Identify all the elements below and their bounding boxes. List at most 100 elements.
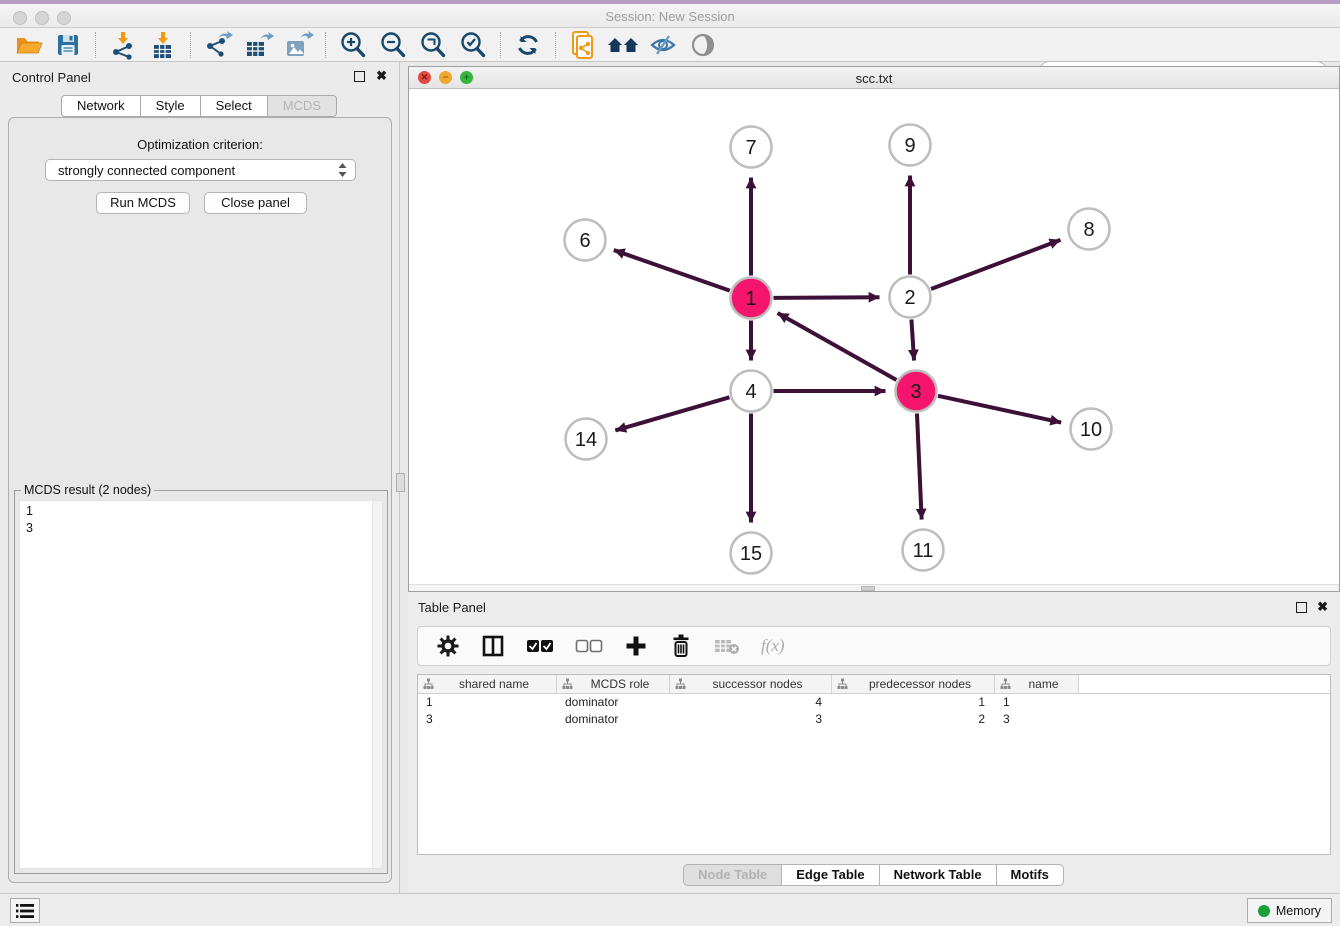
- table-row[interactable]: 3dominator323: [418, 711, 1330, 728]
- status-menu-button[interactable]: [10, 898, 40, 923]
- tab-network[interactable]: Network: [61, 95, 141, 117]
- memory-label: Memory: [1276, 904, 1321, 918]
- table-cell: 3: [995, 711, 1079, 728]
- graph-node-2[interactable]: 2: [890, 277, 931, 318]
- tab-mcds[interactable]: MCDS: [267, 95, 337, 117]
- edge-2-8[interactable]: [931, 240, 1060, 289]
- delete-column-button[interactable]: [669, 633, 693, 659]
- graph-node-9[interactable]: 9: [890, 125, 931, 166]
- first-neighbors-button[interactable]: [603, 30, 643, 60]
- graph-node-8[interactable]: 8: [1069, 209, 1110, 250]
- column-header-shared-name[interactable]: shared name: [418, 675, 557, 693]
- toolbar-separator: [555, 32, 556, 58]
- table-row[interactable]: 1dominator411: [418, 694, 1330, 711]
- tab-network-table[interactable]: Network Table: [879, 864, 997, 886]
- zoom-in-button[interactable]: [333, 30, 373, 60]
- mcds-result-text: 1 3: [20, 501, 372, 868]
- toolbar-separator: [95, 32, 96, 58]
- tab-motifs[interactable]: Motifs: [996, 864, 1064, 886]
- hide-selected-button[interactable]: [643, 30, 683, 60]
- graph-node-11[interactable]: 11: [903, 530, 944, 571]
- delete-table-button[interactable]: [714, 637, 740, 655]
- new-network-from-selection-button[interactable]: [563, 30, 603, 60]
- refresh-icon: [514, 31, 542, 59]
- unchecked-boxes-icon: [575, 638, 603, 654]
- control-panel-tabs: NetworkStyleSelectMCDS: [0, 95, 399, 117]
- graph-node-10[interactable]: 10: [1071, 409, 1112, 450]
- network-graph[interactable]: 1 2 3 4 6 7 8 9 10 11 14 15: [409, 89, 1339, 586]
- splitter-grip[interactable]: [396, 473, 405, 492]
- node-label: 3: [910, 381, 921, 403]
- node-table: shared nameMCDS rolesuccessor nodesprede…: [417, 674, 1331, 855]
- select-all-button[interactable]: [526, 638, 554, 654]
- column-header-MCDS-role[interactable]: MCDS role: [557, 675, 670, 693]
- tab-node-table[interactable]: Node Table: [683, 864, 782, 886]
- export-image-icon: [282, 30, 314, 60]
- float-panel-icon[interactable]: [1296, 602, 1307, 613]
- edge-4-14[interactable]: [615, 397, 729, 430]
- mcds-result-scrollbar[interactable]: [372, 501, 382, 868]
- tab-edge-table[interactable]: Edge Table: [781, 864, 879, 886]
- titlebar[interactable]: Session: New Session: [0, 4, 1340, 28]
- graph-node-3[interactable]: 3: [896, 371, 937, 412]
- save-session-button[interactable]: [48, 30, 88, 60]
- import-network-button[interactable]: [103, 30, 143, 60]
- network-hscrollbar[interactable]: [409, 584, 1339, 591]
- network-canvas[interactable]: 1 2 3 4 6 7 8 9 10 11 14 15: [409, 89, 1339, 586]
- graph-node-6[interactable]: 6: [565, 220, 606, 261]
- table-panel: Table Panel ✖: [408, 592, 1340, 893]
- float-panel-icon[interactable]: [354, 71, 365, 82]
- export-table-button[interactable]: [238, 30, 278, 60]
- network-hscrollbar-thumb[interactable]: [861, 586, 875, 591]
- zoom-out-button[interactable]: [373, 30, 413, 60]
- zoom-selected-button[interactable]: [453, 30, 493, 60]
- edge-3-1[interactable]: [778, 313, 897, 380]
- edge-3-11[interactable]: [917, 413, 922, 519]
- export-image-button[interactable]: [278, 30, 318, 60]
- run-mcds-button[interactable]: Run MCDS: [96, 192, 190, 214]
- zoom-fit-button[interactable]: [413, 30, 453, 60]
- column-header-name[interactable]: name: [995, 675, 1079, 693]
- table-settings-button[interactable]: [436, 634, 460, 658]
- fx-icon: f(x): [761, 636, 785, 656]
- edge-1-2[interactable]: [773, 297, 879, 298]
- graph-node-15[interactable]: 15: [731, 533, 772, 574]
- edge-2-3[interactable]: [911, 319, 914, 360]
- node-table-header: shared nameMCDS rolesuccessor nodesprede…: [418, 675, 1330, 694]
- edge-1-6[interactable]: [614, 250, 730, 291]
- column-header-successor-nodes[interactable]: successor nodes: [670, 675, 832, 693]
- tab-style[interactable]: Style: [140, 95, 201, 117]
- graph-node-7[interactable]: 7: [731, 127, 772, 168]
- control-panel-header: Control Panel ✖: [0, 62, 399, 92]
- network-window-titlebar[interactable]: ✕ − + scc.txt: [409, 67, 1339, 89]
- graph-node-14[interactable]: 14: [566, 419, 607, 460]
- column-header-filler: [1079, 675, 1330, 693]
- import-table-button[interactable]: [143, 30, 183, 60]
- close-panel-icon[interactable]: ✖: [376, 68, 387, 84]
- close-panel-button[interactable]: Close panel: [204, 192, 307, 214]
- node-label: 7: [745, 137, 756, 159]
- close-panel-icon[interactable]: ✖: [1317, 599, 1328, 615]
- show-graphics-details-button[interactable]: [683, 30, 723, 60]
- export-network-button[interactable]: [198, 30, 238, 60]
- column-header-predecessor-nodes[interactable]: predecessor nodes: [832, 675, 995, 693]
- node-label: 14: [575, 429, 597, 451]
- memory-button[interactable]: Memory: [1247, 898, 1332, 923]
- zoom-fit-icon: [418, 30, 448, 60]
- mcds-result-area[interactable]: 1 3: [19, 500, 383, 869]
- open-session-button[interactable]: [8, 30, 48, 60]
- memory-status-icon: [1258, 905, 1270, 917]
- checked-boxes-icon: [526, 638, 554, 654]
- graph-node-4[interactable]: 4: [731, 371, 772, 412]
- optimization-criterion-value: strongly connected component: [58, 163, 235, 178]
- optimization-criterion-select[interactable]: strongly connected component: [45, 159, 356, 181]
- graph-node-1[interactable]: 1: [731, 278, 772, 319]
- tab-select[interactable]: Select: [200, 95, 268, 117]
- create-column-button[interactable]: [624, 634, 648, 658]
- show-columns-button[interactable]: [481, 634, 505, 658]
- refresh-button[interactable]: [508, 30, 548, 60]
- edge-3-10[interactable]: [938, 396, 1061, 423]
- unselect-all-button[interactable]: [575, 638, 603, 654]
- function-builder-button[interactable]: f(x): [761, 636, 785, 656]
- node-label: 4: [745, 381, 756, 403]
